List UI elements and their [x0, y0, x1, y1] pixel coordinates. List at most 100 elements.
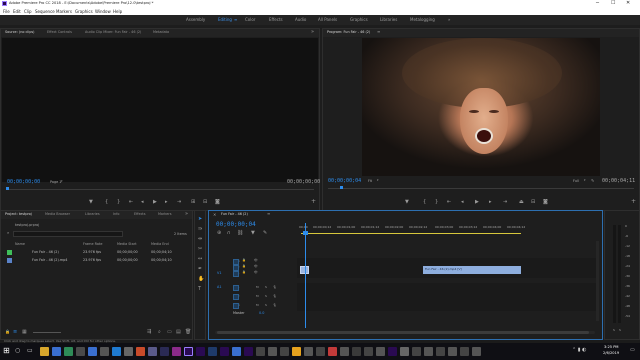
app-icon[interactable] [412, 347, 421, 356]
mark-out-icon[interactable]: } [117, 200, 120, 205]
app-icon[interactable] [220, 347, 229, 356]
mute-icon[interactable]: M [256, 295, 259, 298]
program-playhead-icon[interactable] [340, 186, 343, 189]
source-playhead-icon[interactable] [6, 187, 9, 190]
menu-window[interactable]: Window [95, 10, 111, 14]
program-go-to-out-icon[interactable]: ⇥ [503, 200, 507, 205]
mark-in-icon[interactable]: { [105, 200, 108, 205]
search-taskbar-icon[interactable]: ○ [15, 348, 20, 354]
workspace-libraries[interactable]: Libraries [380, 18, 397, 22]
menu-file[interactable]: File [3, 10, 10, 14]
insert-sequence-icon[interactable]: ⊕ [217, 231, 221, 236]
project-search-field[interactable] [13, 231, 123, 237]
workspace-graphics[interactable]: Graphics [350, 18, 368, 22]
track-eye-icon[interactable]: 👁 [254, 265, 258, 268]
tab-metadata[interactable]: Metadata [153, 30, 169, 34]
track-lock-icon[interactable]: 🔒 [242, 271, 246, 274]
source-patch-v1[interactable]: V1 [217, 271, 221, 275]
fit-dropdown-icon[interactable]: ▾ [377, 179, 379, 182]
insert-icon[interactable]: ⊞ [191, 200, 195, 205]
app-icon[interactable] [196, 347, 205, 356]
ripple-edit-tool-icon[interactable]: ⇹ [198, 237, 202, 242]
app-icon[interactable] [280, 347, 289, 356]
app-icon[interactable] [400, 347, 409, 356]
sequence-menu-icon[interactable]: ≡ [267, 212, 270, 216]
new-item-icon[interactable]: ▤ [176, 330, 181, 335]
app-icon[interactable] [52, 347, 61, 356]
minimize-button[interactable]: ─ [596, 1, 599, 6]
app-icon[interactable] [76, 347, 85, 356]
list-view-icon[interactable]: ≡ [13, 330, 17, 335]
program-mark-in-icon[interactable]: { [423, 200, 426, 205]
tab-sequence[interactable]: Fun Fair - 46 (2) [221, 212, 248, 216]
app-icon[interactable] [64, 347, 73, 356]
tab-effects[interactable]: Effects [134, 212, 146, 216]
clock-date[interactable]: 2/6/2019 [603, 351, 619, 356]
menu-help[interactable]: Help [113, 10, 122, 14]
timeline-timecode[interactable]: 00;00;00;04 [216, 222, 256, 228]
track-lock-icon[interactable]: 🔒 [242, 265, 246, 268]
app-icon[interactable] [136, 347, 145, 356]
close-button[interactable]: ✕ [626, 1, 630, 6]
track-a3-target[interactable] [233, 303, 239, 309]
app-icon[interactable] [472, 347, 481, 356]
column-name[interactable]: Name [15, 242, 25, 246]
app-icon[interactable] [352, 347, 361, 356]
track-lock-icon[interactable]: 🔒 [242, 259, 246, 262]
maximize-button[interactable]: ☐ [611, 1, 615, 6]
app-icon[interactable] [340, 347, 349, 356]
program-scrubber-track[interactable] [328, 188, 634, 189]
zoom-slider[interactable] [33, 332, 61, 333]
track-v1-target[interactable] [233, 271, 239, 277]
find-icon[interactable]: ⌕ [158, 330, 161, 335]
tab-markers[interactable]: Markers [158, 212, 172, 216]
menu-graphics[interactable]: Graphics [75, 10, 93, 14]
program-go-to-in-icon[interactable]: ⇤ [447, 200, 451, 205]
workspace-assembly[interactable]: Assembly [186, 18, 205, 22]
track-eye-icon[interactable]: 👁 [254, 271, 258, 274]
program-fit-select[interactable]: Fit [368, 179, 372, 183]
menu-edit[interactable]: Edit [13, 10, 21, 14]
workspaces-more-icon[interactable]: » [448, 18, 450, 22]
app-icon[interactable] [268, 347, 277, 356]
app-icon[interactable] [172, 347, 181, 356]
column-frame-rate[interactable]: Frame Rate [83, 242, 102, 246]
app-icon[interactable] [424, 347, 433, 356]
tab-media-browser[interactable]: Media Browser [45, 212, 70, 216]
timeline-vscroll[interactable] [596, 241, 599, 321]
export-frame-icon[interactable]: ◙ [215, 200, 220, 205]
workspace-menu-icon[interactable]: ≡ [234, 18, 237, 22]
workspace-metalogging[interactable]: Metalogging [410, 18, 435, 22]
source-page-select[interactable]: Page 1 [50, 180, 61, 184]
source-page-dropdown-icon[interactable]: ▾ [61, 180, 63, 183]
go-to-out-icon[interactable]: ⇥ [177, 200, 181, 205]
mute-icon[interactable]: M [256, 286, 259, 289]
timeline-settings-icon[interactable]: ✎ [263, 231, 267, 236]
menu-sequence[interactable]: Sequence [35, 10, 55, 14]
lift-icon[interactable]: ⏏ [519, 200, 524, 205]
track-eye-icon[interactable]: 👁 [254, 259, 258, 262]
playhead-handle-icon[interactable] [303, 231, 308, 235]
selection-tool-icon[interactable]: ➤ [198, 217, 202, 222]
timeline-playhead[interactable] [305, 223, 306, 328]
panel-more-icon[interactable]: » [311, 30, 314, 35]
quality-dropdown-icon[interactable]: ▾ [584, 179, 586, 182]
type-tool-icon[interactable]: T [198, 287, 201, 292]
step-forward-icon[interactable]: ▸ [165, 200, 168, 205]
column-media-end[interactable]: Media End [151, 242, 169, 246]
tab-audio-clip-mixer[interactable]: Audio Clip Mixer: Fun Fair - 46 (2) [85, 30, 141, 34]
app-icon[interactable] [88, 347, 97, 356]
notifications-icon[interactable]: ▭ [630, 348, 635, 353]
mute-icon[interactable]: M [256, 304, 259, 307]
app-icon[interactable] [448, 347, 457, 356]
source-scrubber-track[interactable] [6, 189, 314, 190]
tab-project[interactable]: Project: testproj [5, 212, 32, 216]
premiere-taskbar-icon[interactable] [184, 347, 193, 356]
hand-tool-icon[interactable]: ✋ [198, 277, 204, 282]
step-back-icon[interactable]: ◂ [141, 200, 144, 205]
app-icon[interactable] [328, 347, 337, 356]
system-tray-icons[interactable]: ⌃ ▮ ◐ [572, 348, 586, 353]
app-icon[interactable] [436, 347, 445, 356]
app-icon[interactable] [208, 347, 217, 356]
automate-icon[interactable]: ⇶ [147, 330, 151, 335]
